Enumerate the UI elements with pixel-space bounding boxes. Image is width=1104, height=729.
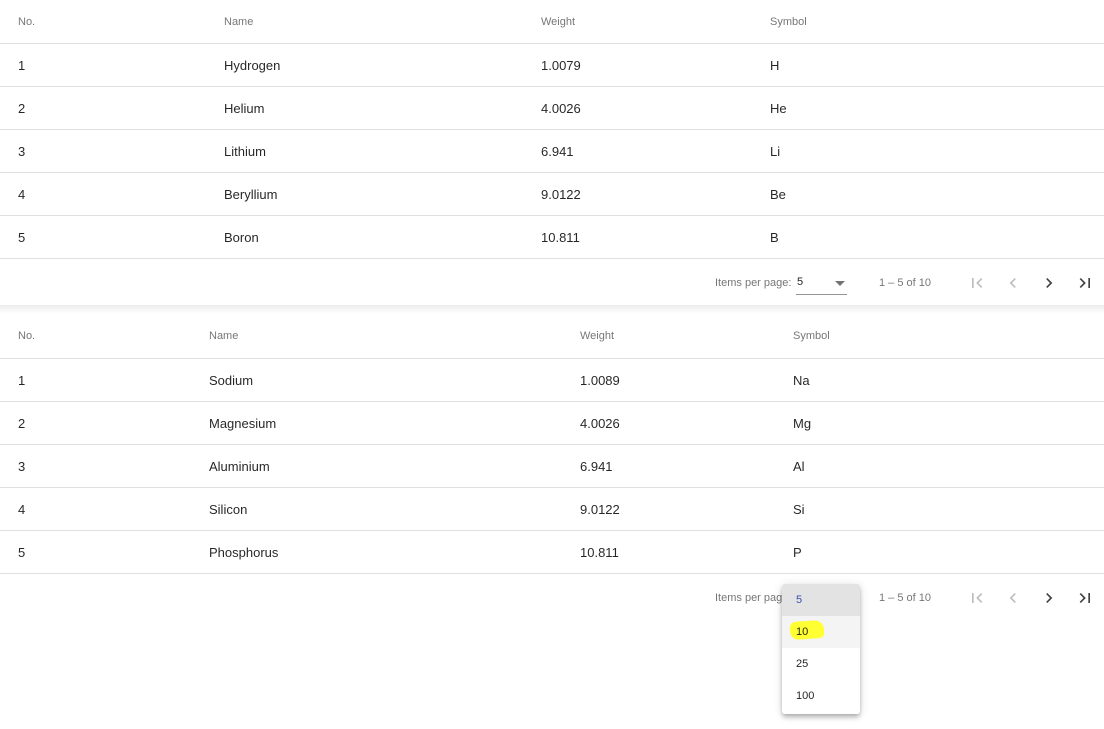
next-page-button[interactable]	[1037, 271, 1061, 295]
cell-no: 5	[18, 544, 26, 560]
chevron-right-icon	[1046, 593, 1053, 603]
cell-weight: 10.811	[541, 229, 580, 245]
table-header-row: No. Name Weight Symbol	[0, 0, 1104, 44]
page-size-value: 5	[797, 276, 804, 288]
page-size-option-25[interactable]: 25	[782, 648, 860, 680]
paginator: Items per pag 1 – 5 of 10	[0, 574, 1104, 622]
option-label: 10	[796, 626, 809, 638]
cell-weight: 1.0089	[580, 372, 620, 388]
header-no[interactable]: No.	[18, 314, 35, 358]
first-page-icon	[972, 278, 983, 288]
next-page-button[interactable]	[1037, 586, 1061, 610]
chevron-left-icon	[1009, 278, 1016, 288]
table-row: 2 Helium 4.0026 He	[0, 87, 1104, 130]
cell-symbol: Na	[793, 372, 810, 388]
page-size-option-10[interactable]: 10	[782, 616, 860, 648]
header-symbol[interactable]: Symbol	[793, 314, 830, 358]
cell-weight: 6.941	[580, 458, 613, 474]
header-no[interactable]: No.	[18, 0, 35, 43]
cell-symbol: Be	[770, 186, 786, 202]
option-label: 25	[796, 658, 809, 670]
header-symbol[interactable]: Symbol	[770, 0, 807, 43]
cell-weight: 9.0122	[541, 186, 581, 202]
cell-symbol: Si	[793, 501, 805, 517]
items-per-page-label: Items per page:	[715, 277, 792, 289]
chevron-left-icon	[1009, 593, 1016, 603]
table-header-row: No. Name Weight Symbol	[0, 314, 1104, 359]
table-row: 2 Magnesium 4.0026 Mg	[0, 402, 1104, 445]
cell-no: 3	[18, 458, 26, 474]
cell-no: 2	[18, 100, 26, 116]
table-row: 3 Lithium 6.941 Li	[0, 130, 1104, 173]
items-per-page-label: Items per pag	[715, 592, 783, 604]
paginator: Items per page: 5 1 – 5 of 10	[0, 259, 1104, 307]
cell-name: Beryllium	[224, 186, 278, 202]
cell-no: 4	[18, 501, 26, 517]
cell-no: 1	[18, 372, 26, 388]
page-size-option-5[interactable]: 5	[782, 584, 860, 616]
cell-no: 5	[18, 229, 26, 245]
cell-weight: 4.0026	[541, 100, 581, 116]
table-row: 5 Boron 10.811 B	[0, 216, 1104, 259]
cell-name: Magnesium	[209, 415, 277, 431]
table-row: 1 Sodium 1.0089 Na	[0, 359, 1104, 402]
cell-weight: 1.0079	[541, 57, 581, 73]
elements-table-2: No. Name Weight Symbol 1 Sodium 1.0089 N…	[0, 314, 1104, 620]
cell-symbol: H	[770, 57, 780, 73]
table-row: 4 Beryllium 9.0122 Be	[0, 173, 1104, 216]
range-label: 1 – 5 of 10	[879, 277, 931, 289]
cell-symbol: Mg	[793, 415, 812, 431]
cell-name: Phosphorus	[209, 544, 279, 560]
dropdown-arrow-icon	[835, 281, 845, 286]
cell-name: Sodium	[209, 372, 254, 388]
cell-symbol: B	[770, 229, 779, 245]
cell-name: Hydrogen	[224, 57, 281, 73]
cell-symbol: Li	[770, 143, 781, 159]
cell-weight: 6.941	[541, 143, 574, 159]
header-weight[interactable]: Weight	[541, 0, 575, 43]
cell-symbol: He	[770, 100, 787, 116]
option-label: 5	[796, 594, 803, 606]
table-row: 5 Phosphorus 10.811 P	[0, 531, 1104, 574]
section-divider	[0, 305, 1104, 314]
cell-no: 2	[18, 415, 26, 431]
cell-name: Aluminium	[209, 458, 270, 474]
cell-no: 1	[18, 57, 26, 73]
last-page-icon	[1079, 278, 1090, 288]
first-page-button[interactable]	[965, 271, 989, 295]
chevron-right-icon	[1046, 278, 1053, 288]
cell-name: Helium	[224, 100, 265, 116]
header-name[interactable]: Name	[209, 314, 238, 358]
option-label: 100	[796, 690, 815, 702]
cell-name: Lithium	[224, 143, 266, 159]
cell-no: 4	[18, 186, 26, 202]
page-size-dropdown-panel: 5 10 25 100	[782, 584, 860, 714]
cell-no: 3	[18, 143, 26, 159]
cell-name: Silicon	[209, 501, 248, 517]
elements-table-1: No. Name Weight Symbol 1 Hydrogen 1.0079…	[0, 0, 1104, 305]
table-row: 3 Aluminium 6.941 Al	[0, 445, 1104, 488]
cell-weight: 9.0122	[580, 501, 620, 517]
cell-symbol: Al	[793, 458, 805, 474]
header-weight[interactable]: Weight	[580, 314, 614, 358]
table-row: 4 Silicon 9.0122 Si	[0, 488, 1104, 531]
cell-weight: 10.811	[580, 544, 619, 560]
last-page-button[interactable]	[1073, 271, 1097, 295]
previous-page-button[interactable]	[1001, 586, 1025, 610]
first-page-button[interactable]	[965, 586, 989, 610]
page-size-select[interactable]: 5	[796, 272, 847, 295]
table-row: 1 Hydrogen 1.0079 H	[0, 44, 1104, 87]
cell-symbol: P	[793, 544, 802, 560]
cell-weight: 4.0026	[580, 415, 620, 431]
first-page-icon	[972, 593, 983, 603]
header-name[interactable]: Name	[224, 0, 253, 43]
previous-page-button[interactable]	[1001, 271, 1025, 295]
page-size-option-100[interactable]: 100	[782, 680, 860, 712]
last-page-icon	[1079, 593, 1090, 603]
last-page-button[interactable]	[1073, 586, 1097, 610]
cell-name: Boron	[224, 229, 259, 245]
range-label: 1 – 5 of 10	[879, 592, 931, 604]
